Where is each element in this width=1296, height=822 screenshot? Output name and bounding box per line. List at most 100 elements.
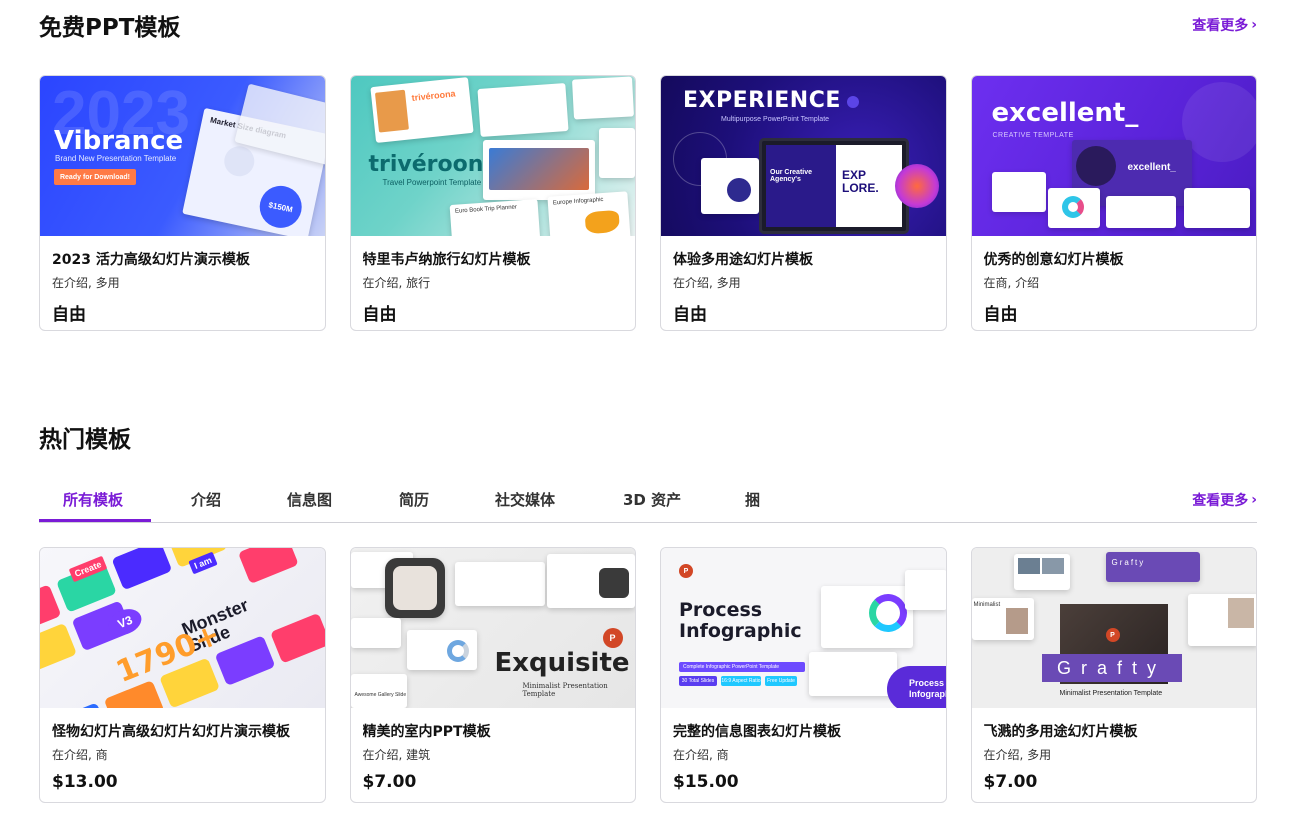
slide-label: excellent_ [1127,162,1176,173]
slide-preview [1047,188,1100,228]
thumb-subtitle: CREATIVE TEMPLATE [992,132,1074,139]
free-see-more-link[interactable]: 查看更多 › [1192,15,1257,35]
thumb-title: Grafty [1041,654,1182,682]
slide-preview [482,140,595,200]
laptop-mockup: Our Creative Agency's EXP LORE. [759,138,909,234]
card-tags: 在介绍, 多用 [983,748,1052,762]
card-price: $7.00 [983,772,1038,792]
hot-section-header: 热门模板 [39,420,1257,454]
card-tags: 在介绍, 多用 [52,276,120,290]
thumb-title: Vibrance [54,126,184,156]
thumb-title: Process Infographic [679,599,802,642]
tab-bundles[interactable]: 捆 [745,476,760,522]
powerpoint-icon: P [602,628,623,648]
thumb-title: trivéroona [368,152,499,177]
card-title: 特里韦卢纳旅行幻灯片模板 [362,252,531,268]
badge-graphic: Process Infographi [887,666,946,708]
slide-label: Awesome Gallery Slide [354,692,407,698]
template-card[interactable]: Create I am V3 Monster Slide 1790+ 怪物幻灯片… [39,547,326,803]
template-thumbnail: Create I am V3 Monster Slide 1790+ [40,548,325,708]
slide-preview [350,618,401,648]
free-templates-grid: 2023 Vibrance Brand New Presentation Tem… [39,75,1257,331]
slide-label: Europe Infographic [552,196,604,207]
thumb-title: EXPERIENCE [683,88,841,113]
active-tab-indicator [39,519,151,522]
thumb-subtitle: Minimalist Presentation Template [1059,690,1163,697]
slide-preview: Europe Infographic [546,191,631,236]
card-price: 自由 [362,305,397,325]
template-thumbnail: 2023 Vibrance Brand New Presentation Tem… [40,76,325,236]
template-thumbnail: P Process Infographic Complete Infograph… [661,548,946,708]
download-button-graphic: Ready for Download! [54,169,136,185]
hot-section-title: 热门模板 [39,427,131,453]
card-price: $15.00 [673,772,739,792]
thumb-subtitle: Multipurpose PowerPoint Template [721,116,830,123]
slide-preview [821,586,913,648]
badge-label: Process Infographi [909,678,946,699]
template-thumbnail: trivéroona trivéroona Travel Powerpoint … [350,76,635,236]
card-title: 飞溅的多用途幻灯片模板 [983,724,1138,740]
watch-mockup [384,558,445,618]
tab-resume[interactable]: 简历 [399,476,429,522]
chip: Free Update [765,676,797,686]
template-thumbnail: excellent_ CREATIVE TEMPLATE excellent_ [971,76,1256,236]
tab-all-templates[interactable]: 所有模板 [63,476,123,522]
see-more-label: 查看更多 [1192,493,1249,509]
template-card[interactable]: trivéroona trivéroona Travel Powerpoint … [349,75,636,331]
subtitle-banner: Complete Infographic PowerPoint Template [679,662,805,672]
slide-preview [546,554,635,608]
template-card[interactable]: EXPERIENCE Multipurpose PowerPoint Templ… [660,75,947,331]
slide-preview [1183,188,1250,228]
slide-preview [476,82,569,138]
tab-infographic[interactable]: 信息图 [287,476,332,522]
card-title: 2023 活力高级幻灯片演示模板 [52,252,250,268]
card-title: 体验多用途幻灯片模板 [673,252,813,268]
card-tags: 在介绍, 多用 [673,276,741,290]
template-thumbnail: EXPERIENCE Multipurpose PowerPoint Templ… [661,76,946,236]
slide-preview [598,128,635,178]
slide-preview: Grafty [1105,552,1200,582]
slide-label: Minimalist [973,602,1001,608]
card-tags: 在介绍, 旅行 [362,276,431,290]
tab-introduction[interactable]: 介绍 [191,476,221,522]
chip: 30 Total Slides [679,676,717,686]
slide-label: Our Creative Agency's [770,169,813,183]
free-section-title: 免费PPT模板 [39,15,181,41]
slide-preview: Awesome Gallery Slide [350,674,407,708]
card-tags: 在介绍, 商 [673,748,729,762]
template-card[interactable]: P Exquisite Minimalist Presentation Temp… [349,547,636,803]
hot-templates-grid: Create I am V3 Monster Slide 1790+ 怪物幻灯片… [39,547,1257,803]
free-section-header: 免费PPT模板 查看更多 › [39,8,1257,42]
card-price: 自由 [52,305,86,325]
card-title: 怪物幻灯片高级幻灯片幻灯片演示模板 [52,724,290,740]
template-card[interactable]: P Process Infographic Complete Infograph… [660,547,947,803]
tab-3d-assets[interactable]: 3D 资产 [623,476,681,522]
hot-see-more-link[interactable]: 查看更多 › [1192,490,1257,510]
category-tabs: 所有模板 介绍 信息图 简历 社交媒体 3D 资产 捆 查看更多 › [39,476,1257,523]
slide-preview [406,630,477,670]
card-title: 精美的室内PPT模板 [362,724,491,740]
slide-label: EXP LORE. [842,168,879,195]
thumb-subtitle: Brand New Presentation Template [55,154,177,163]
slide-preview [571,76,634,120]
stat-bubble: $150M [255,181,306,232]
card-tags: 在介绍, 商 [52,748,108,762]
card-price: 自由 [983,305,1018,325]
thumb-subtitle: Travel Powerpoint Template [382,178,482,187]
powerpoint-icon: P [679,564,693,578]
thumb-title: Exquisite [494,648,630,678]
slide-preview: trivéroona [369,77,474,143]
template-card[interactable]: Grafty Minimalist P Grafty Minimalist Pr… [970,547,1257,803]
template-card[interactable]: 2023 Vibrance Brand New Presentation Tem… [39,75,326,331]
slide-preview [1105,196,1176,228]
slide-preview [1013,554,1070,590]
chevron-right-icon: › [1251,17,1257,33]
card-price: $13.00 [52,772,118,792]
template-card[interactable]: excellent_ CREATIVE TEMPLATE excellent_ … [970,75,1257,331]
slide-preview: Euro Book Trip Planner [449,198,540,236]
card-title: 优秀的创意幻灯片模板 [983,252,1124,268]
slide-preview [991,172,1046,212]
tab-social-media[interactable]: 社交媒体 [495,476,555,522]
card-tags: 在商, 介绍 [983,276,1040,290]
card-tags: 在介绍, 建筑 [362,748,431,762]
